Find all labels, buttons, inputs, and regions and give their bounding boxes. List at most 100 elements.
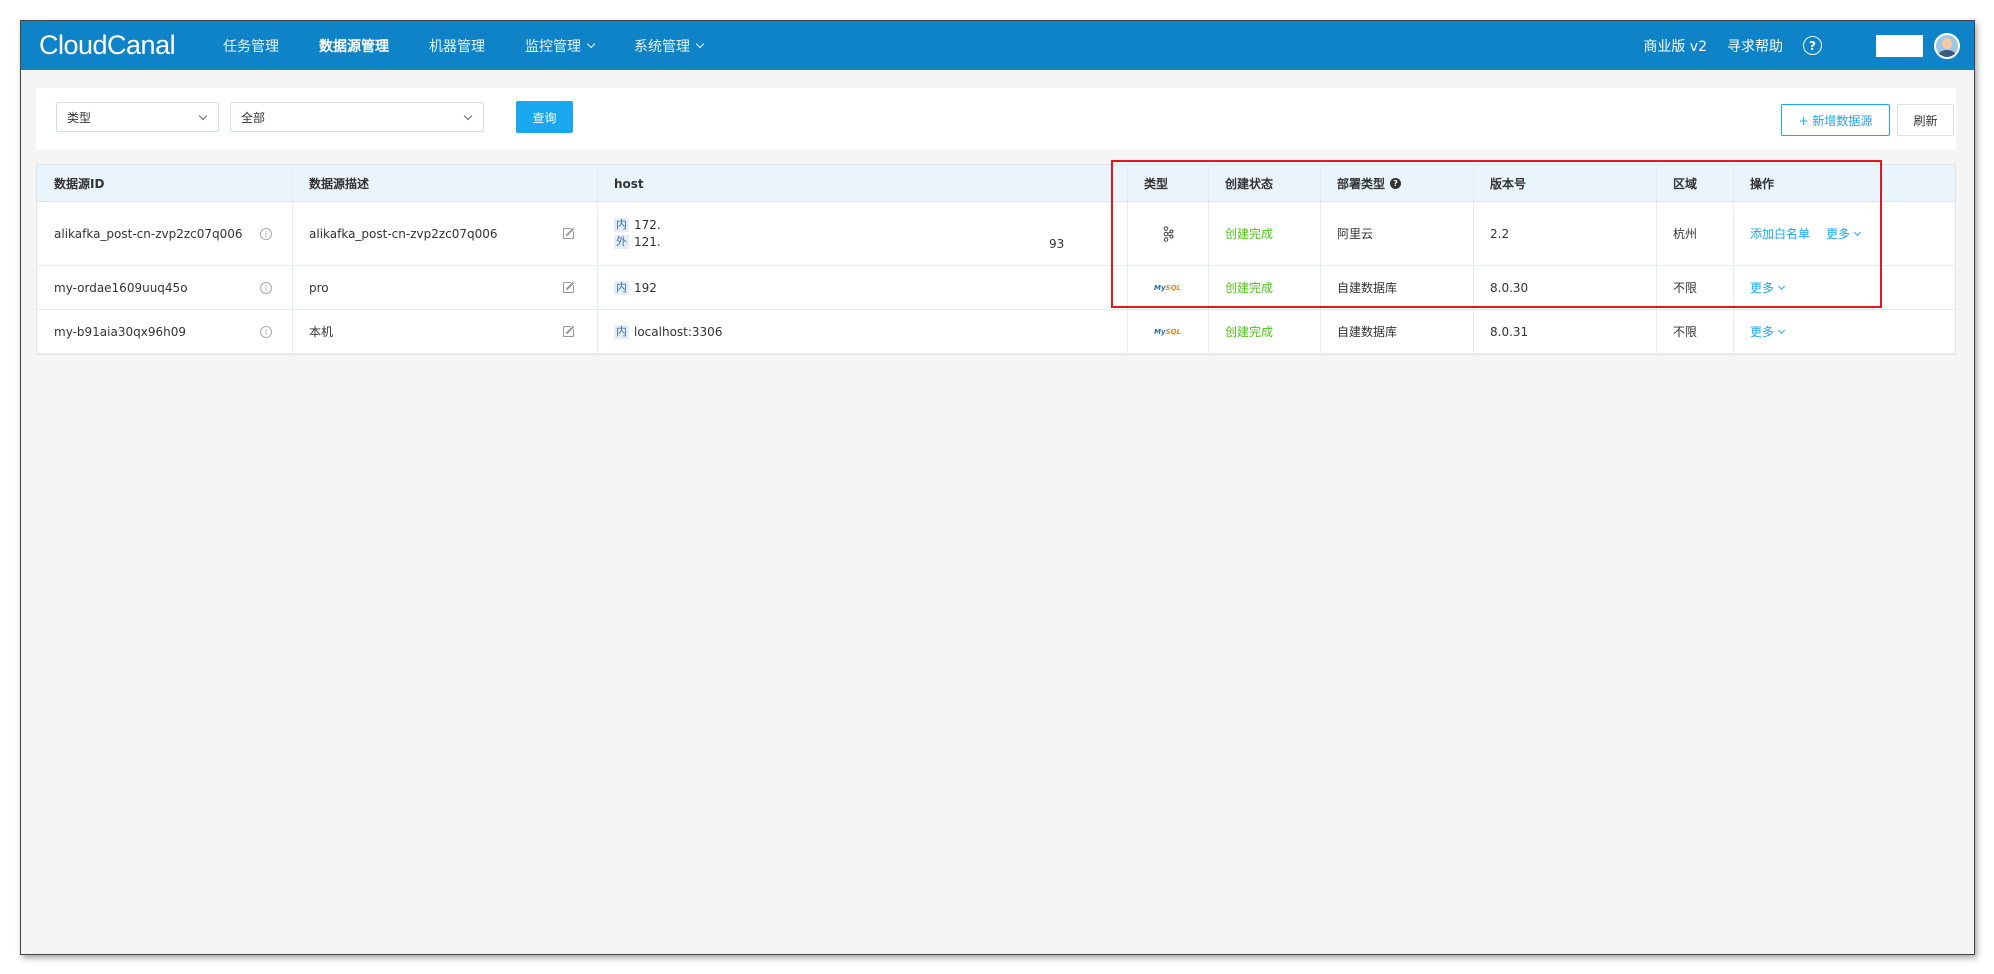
nav-item-system[interactable]: 系统管理 (634, 36, 705, 56)
nav-item-machines[interactable]: 机器管理 (429, 36, 485, 56)
more-dropdown[interactable]: 更多 (1826, 225, 1862, 242)
deploy-type: 阿里云 (1337, 227, 1374, 241)
datasource-id: my-b91aia30qx96h09 (54, 324, 186, 339)
status-badge: 创建完成 (1225, 325, 1274, 339)
column-divider (1473, 165, 1474, 356)
header-deploy[interactable]: 部署类型? (1320, 165, 1473, 202)
deploy-type: 自建数据库 (1337, 325, 1398, 339)
host-inner: 192 (634, 280, 657, 295)
mysql-icon: MySQL (1154, 283, 1181, 292)
inner-tag: 内 (614, 280, 629, 295)
header-host[interactable]: host (597, 165, 1127, 202)
column-divider (292, 165, 293, 356)
nav-item-datasources[interactable]: 数据源管理 (319, 36, 389, 56)
add-whitelist-link[interactable]: 添加白名单 (1750, 225, 1810, 242)
header-id[interactable]: 数据源ID (37, 165, 292, 202)
region: 不限 (1673, 281, 1698, 295)
table-row: my-b91aia30qx96h09 i 本机 内 localhost:3306 … (37, 310, 1955, 354)
info-icon[interactable]: i (260, 228, 272, 240)
type-cell: MySQL (1127, 266, 1208, 309)
chevron-down-icon (586, 39, 596, 48)
host-inner: 172. (634, 218, 661, 232)
header-region[interactable]: 区域 (1656, 165, 1733, 202)
help-link[interactable]: 寻求帮助 (1727, 36, 1783, 56)
table-header: 数据源ID 数据源描述 host 类型 创建状态 部署类型? 版本号 区域 操作 (37, 165, 1955, 202)
chevron-down-icon (1777, 326, 1786, 334)
edit-icon[interactable] (563, 326, 574, 337)
datasource-table: 数据源ID 数据源描述 host 类型 创建状态 部署类型? 版本号 区域 操作… (36, 164, 1956, 356)
more-dropdown[interactable]: 更多 (1750, 323, 1786, 340)
datasource-desc: 本机 (309, 325, 334, 339)
inner-tag: 内 (614, 218, 629, 232)
header-actions: 操作 (1750, 177, 1775, 191)
filter-panel: 类型 全部 查询 + 新增数据源 刷新 (36, 88, 1956, 150)
chevron-down-icon (695, 39, 705, 48)
actions-cell: 更多 (1733, 266, 1957, 309)
edit-icon[interactable] (563, 228, 574, 239)
datasource-desc: pro (309, 280, 329, 295)
header-type[interactable]: 类型 (1127, 165, 1208, 202)
outer-tag: 外 (614, 235, 629, 249)
nav-item-tasks[interactable]: 任务管理 (223, 36, 279, 56)
column-divider (1320, 165, 1321, 356)
header-status[interactable]: 创建状态 (1208, 165, 1320, 202)
app-window: CloudCanal 任务管理 数据源管理 机器管理 监控管理 系统管理 商业版… (20, 20, 1975, 955)
region: 杭州 (1673, 227, 1698, 241)
deploy-type: 自建数据库 (1337, 281, 1398, 295)
host-cell: 内 192 (597, 266, 1127, 309)
type-cell: MySQL (1127, 310, 1208, 353)
datasource-id: alikafka_post-cn-zvp2zc07q006 (54, 226, 243, 241)
type-select[interactable]: 类型 (56, 102, 219, 132)
host-cell: 内 localhost:3306 (597, 310, 1127, 353)
topbar-right: 商业版 v2 寻求帮助 ? (1643, 21, 1960, 70)
main-nav: 任务管理 数据源管理 机器管理 监控管理 系统管理 (223, 21, 743, 70)
table-row: my-ordae1609uuq45o i pro 内 192 MySQL 创建完成… (37, 266, 1955, 310)
host-outer-tail: 93 (1049, 237, 1065, 251)
question-circle-icon[interactable]: ? (1803, 36, 1822, 55)
top-navbar: CloudCanal 任务管理 数据源管理 机器管理 监控管理 系统管理 商业版… (21, 21, 1974, 70)
version: 2.2 (1490, 226, 1510, 241)
host-inner: localhost:3306 (634, 324, 723, 339)
query-button[interactable]: 查询 (516, 101, 573, 133)
edit-icon[interactable] (563, 282, 574, 293)
chevron-down-icon (1777, 282, 1786, 290)
column-divider (1733, 165, 1734, 356)
header-version[interactable]: 版本号 (1473, 165, 1656, 202)
column-divider (1208, 165, 1209, 356)
actions-cell: 更多 (1733, 310, 1957, 353)
edition-label: 商业版 v2 (1643, 38, 1707, 55)
version: 8.0.30 (1490, 280, 1529, 295)
column-divider (1656, 165, 1657, 356)
table-row: alikafka_post-cn-zvp2zc07q006 i alikafka… (37, 202, 1955, 266)
avatar[interactable] (1934, 32, 1960, 59)
add-datasource-button[interactable]: + 新增数据源 (1781, 104, 1890, 136)
datasource-desc: alikafka_post-cn-zvp2zc07q006 (309, 226, 498, 241)
info-icon[interactable]: i (260, 282, 272, 294)
nav-item-monitoring[interactable]: 监控管理 (525, 36, 596, 56)
kafka-icon (1163, 225, 1173, 242)
inner-tag: 内 (614, 324, 629, 339)
host-outer: 121. (634, 235, 661, 249)
version: 8.0.31 (1490, 324, 1529, 339)
chevron-down-icon (1853, 228, 1862, 236)
datasource-id: my-ordae1609uuq45o (54, 280, 188, 295)
status-badge: 创建完成 (1225, 281, 1274, 295)
actions-cell: 添加白名单 更多 (1733, 202, 1957, 265)
host-cell: 内 172. 外 121. (597, 202, 1127, 265)
mysql-icon: MySQL (1154, 327, 1181, 336)
type-cell (1127, 202, 1208, 265)
chevron-down-icon (198, 111, 208, 121)
username-box[interactable] (1876, 34, 1923, 57)
column-divider (597, 165, 598, 356)
question-circle-icon[interactable]: ? (1390, 178, 1402, 189)
info-icon[interactable]: i (260, 326, 272, 338)
value-select[interactable]: 全部 (230, 102, 484, 132)
column-divider (1127, 165, 1128, 356)
region: 不限 (1673, 325, 1698, 339)
status-badge: 创建完成 (1225, 227, 1274, 241)
more-dropdown[interactable]: 更多 (1750, 279, 1786, 296)
refresh-button[interactable]: 刷新 (1897, 104, 1954, 136)
header-desc[interactable]: 数据源描述 (292, 165, 597, 202)
logo[interactable]: CloudCanal (39, 30, 176, 61)
chevron-down-icon (463, 111, 473, 121)
